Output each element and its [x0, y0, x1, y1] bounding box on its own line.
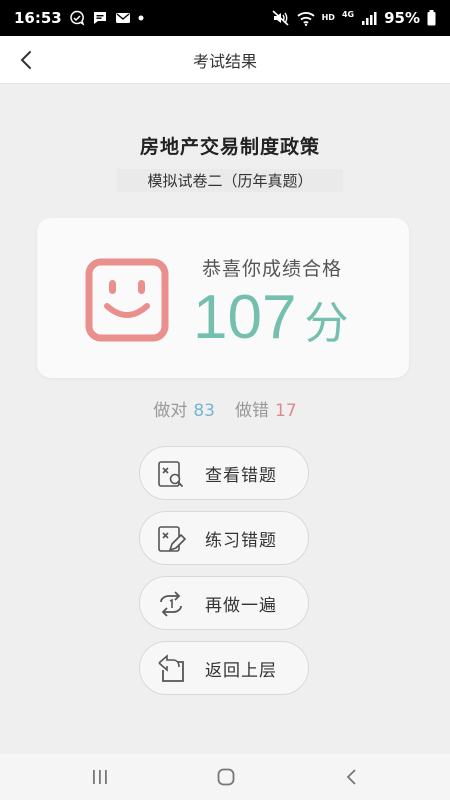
redo-icon: [160, 591, 182, 617]
recent-apps-icon: [93, 770, 107, 784]
chevron-left-icon: [20, 51, 31, 69]
view-mistakes-button[interactable]: 查看错题: [139, 446, 309, 500]
stat-wrong-label: 做错: [235, 401, 269, 421]
chat-icon: [92, 10, 108, 26]
return-icon: [158, 654, 184, 682]
notification-dot-icon: [138, 15, 144, 21]
score-unit: 分: [304, 298, 349, 349]
answer-stats: 做对 83 做错 17: [0, 396, 450, 421]
mute-icon: [272, 10, 290, 26]
status-time: 16:53: [14, 9, 62, 27]
return-label: 返回上层: [205, 660, 277, 681]
return-button[interactable]: 返回上层: [139, 641, 309, 695]
battery-icon: [427, 10, 436, 26]
result-content: 房地产交易制度政策 模拟试卷二（历年真题） 恭喜你成绩合格 107 分 做对 83…: [0, 84, 450, 754]
exam-title: 房地产交易制度政策: [139, 136, 320, 158]
status-bar: 16:53 HD 4G 95%: [0, 0, 450, 36]
practice-mistakes-button[interactable]: 练习错题: [139, 511, 309, 565]
wifi-icon: [297, 11, 315, 26]
review-mistakes-icon: [158, 461, 183, 487]
chevron-left-icon: [346, 769, 356, 785]
score-card: 恭喜你成绩合格 107 分: [37, 218, 409, 378]
stat-correct-label: 做对: [153, 401, 188, 421]
practice-mistakes-label: 练习错题: [205, 530, 277, 551]
score-display: 107 分: [193, 276, 348, 360]
back-button[interactable]: [8, 42, 44, 78]
hd-label: HD: [321, 13, 335, 22]
message-bubble-check-icon: [69, 10, 85, 26]
smiley-face-icon: [85, 258, 169, 342]
page-title: 考试结果: [192, 51, 257, 71]
home-button[interactable]: [211, 762, 241, 792]
home-icon: [217, 768, 235, 786]
view-mistakes-label: 查看错题: [205, 465, 277, 486]
redo-button[interactable]: 再做一遍: [139, 576, 309, 630]
app-header: 考试结果: [0, 36, 450, 84]
stat-correct: 做对 83: [153, 396, 215, 421]
recent-apps-button[interactable]: [85, 762, 115, 792]
exam-header: 房地产交易制度政策 模拟试卷二（历年真题）: [30, 132, 430, 192]
stat-wrong-count: 17: [275, 401, 297, 421]
stat-wrong: 做错 17: [235, 396, 297, 421]
stat-correct-count: 83: [193, 401, 215, 421]
mail-icon: [115, 11, 131, 25]
signal-icon: [361, 11, 377, 25]
system-back-button[interactable]: [337, 762, 367, 792]
network-type-label: 4G: [341, 10, 355, 19]
exam-subtitle: 模拟试卷二（历年真题）: [117, 169, 343, 192]
redo-label: 再做一遍: [205, 595, 277, 616]
practice-mistakes-icon: [158, 526, 186, 552]
system-nav-bar: [0, 754, 450, 800]
score-value: 107: [193, 283, 297, 352]
battery-percent: 95%: [384, 9, 420, 27]
